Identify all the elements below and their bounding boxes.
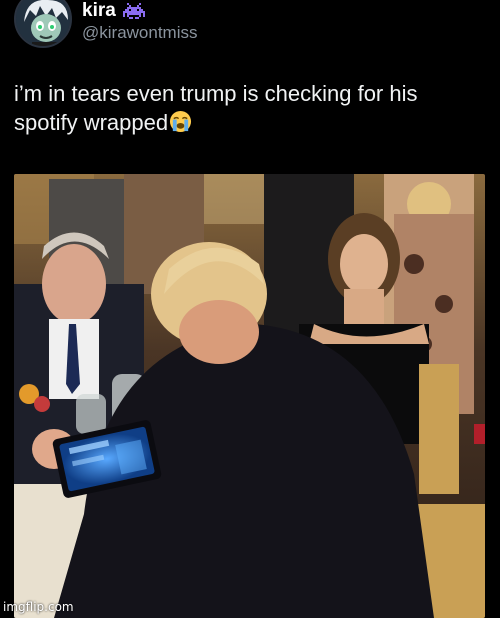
dinner-photo[interactable] (14, 174, 485, 618)
tweet-text: i’m in tears even trump is checking for … (14, 81, 418, 135)
cartoon-avatar-icon (16, 0, 70, 46)
user-handle[interactable]: @kirawontmiss (82, 23, 198, 43)
loudly-crying-face-icon (169, 110, 192, 133)
photo-illustration (14, 174, 485, 618)
avatar[interactable] (14, 0, 72, 48)
tweet-header: kira @kirawontmiss (14, 0, 486, 56)
name-row: kira (82, 0, 145, 22)
imgflip-watermark: imgflip.com (3, 600, 74, 614)
tweet-body: i’m in tears even trump is checking for … (14, 79, 484, 137)
display-name[interactable]: kira (82, 0, 116, 22)
space-invader-icon (122, 2, 145, 20)
